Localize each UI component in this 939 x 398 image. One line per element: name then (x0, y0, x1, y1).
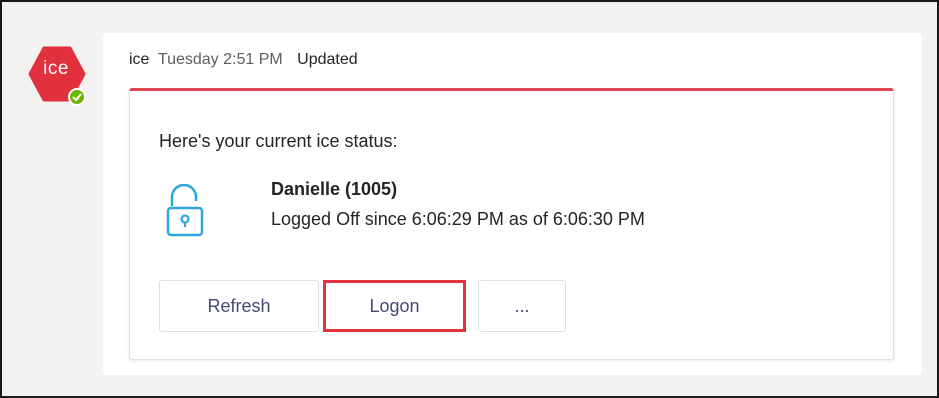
bot-avatar[interactable]: ice (28, 46, 86, 106)
presence-available-icon (68, 88, 86, 106)
screenshot-frame: ice ice Tuesday 2:51 PM Updated Here's y… (0, 0, 939, 398)
user-name: Danielle (1005) (271, 179, 398, 199)
message-timestamp: Tuesday 2:51 PM (157, 51, 283, 68)
message-header: ice Tuesday 2:51 PM Updated (129, 51, 358, 69)
adaptive-card: Here's your current ice status: Danielle… (129, 88, 894, 360)
refresh-button[interactable]: Refresh (159, 280, 319, 332)
edited-label: Updated (297, 51, 358, 68)
sender-name[interactable]: ice (129, 51, 149, 68)
chat-message: ice Tuesday 2:51 PM Updated Here's your … (103, 33, 922, 375)
avatar-text: ice (43, 58, 69, 79)
more-actions-button[interactable]: ... (478, 280, 566, 332)
card-intro-text: Here's your current ice status: (159, 131, 398, 151)
lock-open-icon (166, 184, 204, 237)
logon-button[interactable]: Logon (323, 280, 466, 332)
user-status-text: Logged Off since 6:06:29 PM as of 6:06:3… (271, 209, 645, 229)
